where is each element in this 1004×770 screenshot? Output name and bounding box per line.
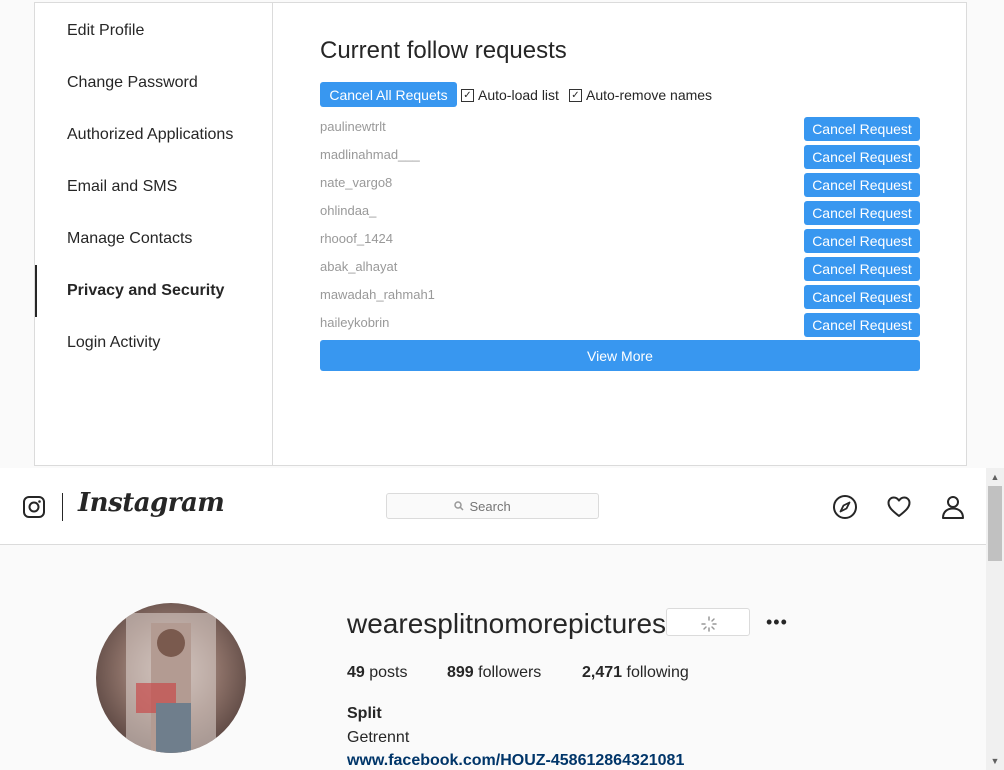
sidebar-item-authorized-applications[interactable]: Authorized Applications [35,109,271,161]
request-username: abak_alhayat [320,259,398,274]
profile-photo-image [126,613,216,753]
cancel-request-button[interactable]: Cancel Request [804,117,920,141]
posts-stat: 49 posts [347,664,408,682]
auto-load-checkbox[interactable]: ✓ Auto-load list [461,87,559,103]
cancel-all-requests-button[interactable]: Cancel All Requets [320,82,457,107]
instagram-camera-icon[interactable] [22,495,46,519]
profile-bio: Getrennt [347,729,410,746]
sidebar-item-login-activity[interactable]: Login Activity [35,317,271,369]
scroll-up-arrow-icon[interactable]: ▲ [986,470,1004,484]
request-row: rhooof_1424 Cancel Request [320,229,920,257]
sidebar-item-privacy-security[interactable]: Privacy and Security [35,265,271,317]
profile-username: wearesplitnomorepictures [347,608,667,639]
sidebar-item-email-sms[interactable]: Email and SMS [35,161,271,213]
cancel-request-button[interactable]: Cancel Request [804,257,920,281]
followers-stat[interactable]: 899 followers [447,664,541,682]
settings-panel: Edit Profile Change Password Authorized … [34,2,967,466]
search-icon [453,501,464,511]
request-row: nate_vargo8 Cancel Request [320,173,920,201]
page-scrollbar[interactable]: ▲ ▼ [986,468,1004,770]
cancel-request-button[interactable]: Cancel Request [804,201,920,225]
checkbox-checked-icon[interactable]: ✓ [461,88,474,102]
following-label: following [626,664,689,681]
posts-label: posts [369,664,408,681]
request-username: madlinahmad___ [320,147,420,162]
followers-count: 899 [447,664,474,681]
scroll-thumb[interactable] [988,486,1002,561]
cancel-request-button[interactable]: Cancel Request [804,145,920,169]
compass-icon[interactable] [832,494,858,520]
settings-sidebar: Edit Profile Change Password Authorized … [35,3,273,465]
follow-button-loading[interactable] [666,608,750,636]
following-stat[interactable]: 2,471 following [582,664,689,682]
sidebar-item-edit-profile[interactable]: Edit Profile [35,5,271,57]
auto-load-label: Auto-load list [478,87,559,103]
followers-label: followers [478,664,542,681]
cancel-request-button[interactable]: Cancel Request [804,173,920,197]
profile-website-link[interactable]: www.facebook.com/HOUZ-458612864321081 [347,752,684,770]
profile-full-name: Split [347,705,382,722]
view-more-button[interactable]: View More [320,340,920,371]
cancel-request-button[interactable]: Cancel Request [804,229,920,253]
posts-count: 49 [347,664,365,681]
scroll-down-arrow-icon[interactable]: ▼ [986,754,1004,768]
request-username: haileykobrin [320,315,390,330]
auto-remove-label: Auto-remove names [586,87,713,103]
avatar[interactable] [96,603,246,753]
request-username: ohlindaa_ [320,203,377,218]
follow-requests-section: Current follow requests Cancel All Reque… [320,3,966,465]
page-title: Current follow requests [320,37,567,64]
instagram-header: Instagram [0,468,986,545]
heart-icon[interactable] [886,494,912,520]
search-input[interactable] [467,497,532,515]
checkbox-checked-icon[interactable]: ✓ [569,88,582,102]
instagram-logo[interactable]: Instagram [78,488,225,518]
loading-spinner-icon [701,616,717,632]
request-username: nate_vargo8 [320,175,393,190]
request-username: mawadah_rahmah1 [320,287,435,302]
request-row: haileykobrin Cancel Request [320,313,920,341]
request-row: mawadah_rahmah1 Cancel Request [320,285,920,313]
cancel-request-button[interactable]: Cancel Request [804,313,920,337]
request-username: paulinewtrlt [320,119,386,134]
search-box[interactable] [386,493,599,519]
request-row: paulinewtrlt Cancel Request [320,117,920,145]
more-options-icon[interactable]: ••• [766,612,788,633]
auto-remove-checkbox[interactable]: ✓ Auto-remove names [569,87,712,103]
sidebar-item-manage-contacts[interactable]: Manage Contacts [35,213,271,265]
request-row: abak_alhayat Cancel Request [320,257,920,285]
cancel-request-button[interactable]: Cancel Request [804,285,920,309]
request-row: ohlindaa_ Cancel Request [320,201,920,229]
request-row: madlinahmad___ Cancel Request [320,145,920,173]
logo-divider [62,493,63,521]
sidebar-item-change-password[interactable]: Change Password [35,57,271,109]
request-username: rhooof_1424 [320,231,394,246]
user-icon[interactable] [940,494,966,520]
following-count: 2,471 [582,664,623,681]
